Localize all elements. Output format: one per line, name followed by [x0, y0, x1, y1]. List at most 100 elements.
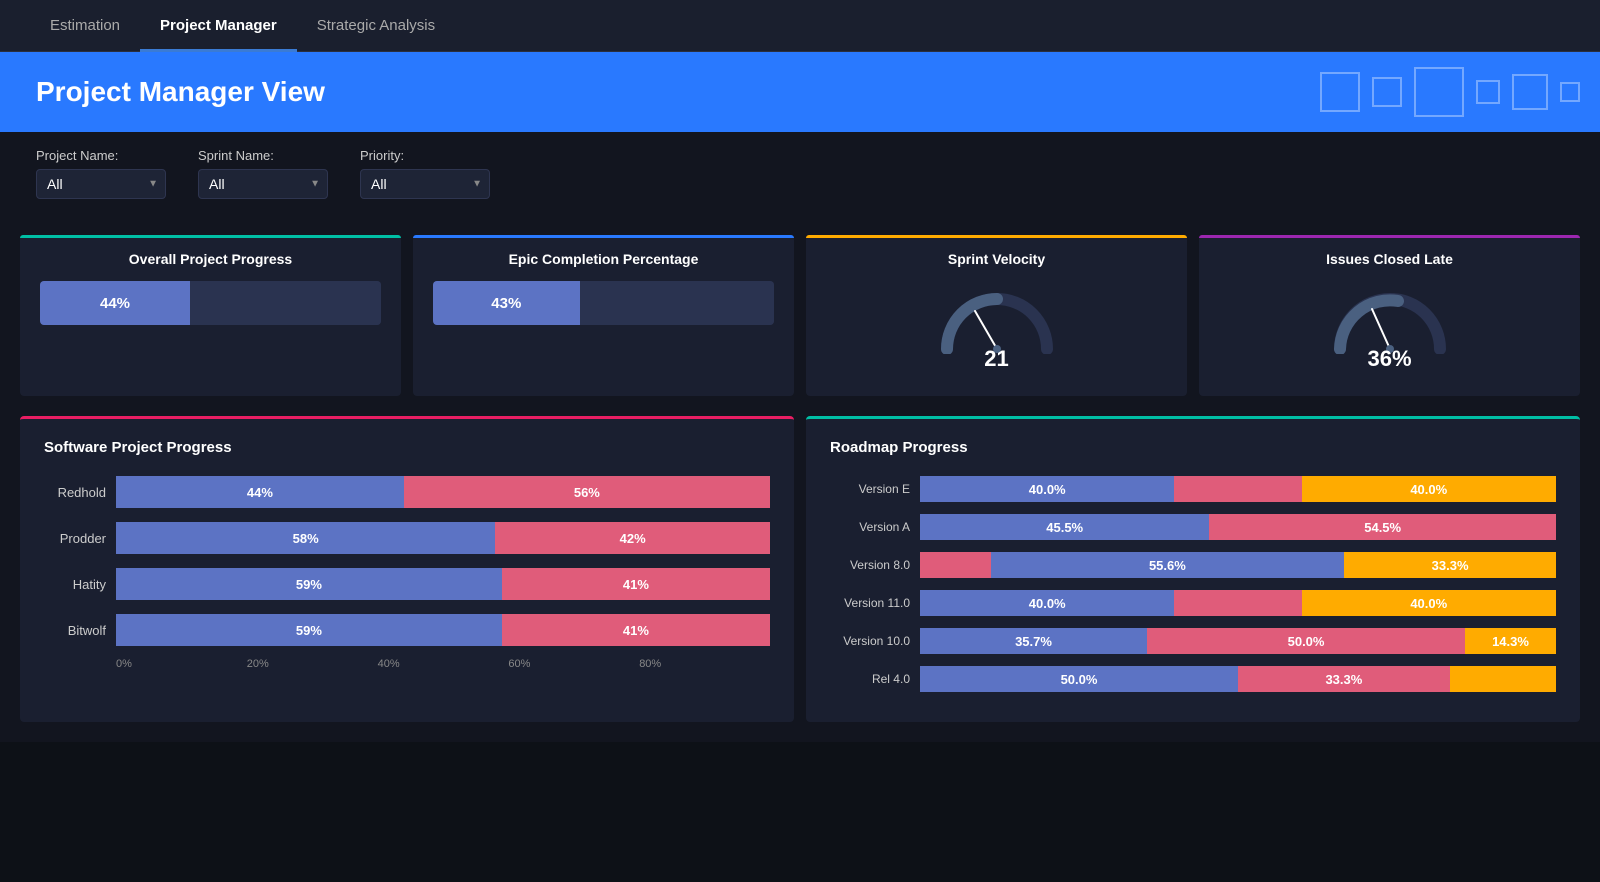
- tab-strategic-analysis[interactable]: Strategic Analysis: [297, 0, 455, 52]
- roadmap-seg-v11-blue: 40.0%: [920, 590, 1174, 616]
- roadmap-track-version-10: 35.7% 50.0% 14.3%: [920, 628, 1556, 654]
- roadmap-seg-ve-pink: [1174, 476, 1301, 502]
- roadmap-seg-v10-orange: 14.3%: [1465, 628, 1556, 654]
- project-name-select[interactable]: All: [36, 169, 166, 199]
- roadmap-seg-ve-orange: 40.0%: [1302, 476, 1556, 502]
- project-name-select-wrapper[interactable]: All: [36, 169, 166, 199]
- roadmap-label-version-10: Version 10.0: [830, 634, 920, 648]
- deco-rect-4: [1476, 80, 1500, 104]
- filters-row: Project Name: All Sprint Name: All Prior…: [0, 132, 1600, 215]
- roadmap-seg-va-pink: 54.5%: [1209, 514, 1556, 540]
- bar-seg-prodder-done: 58%: [116, 522, 495, 554]
- top-navigation: Estimation Project Manager Strategic Ana…: [0, 0, 1600, 52]
- deco-rect-1: [1320, 72, 1360, 112]
- issues-closed-late-svg: [1330, 289, 1450, 354]
- bar-label-bitwolf: Bitwolf: [44, 623, 116, 638]
- filter-project-name: Project Name: All: [36, 148, 166, 199]
- roadmap-seg-v11-pink: [1174, 590, 1301, 616]
- roadmap-seg-r4-blue: 50.0%: [920, 666, 1238, 692]
- bar-row-hatity: Hatity 59% 41%: [44, 566, 770, 602]
- bar-track-hatity: 59% 41%: [116, 568, 770, 600]
- roadmap-seg-r4-orange: [1450, 666, 1556, 692]
- roadmap-row-version-e: Version E 40.0% 40.0%: [830, 474, 1556, 504]
- issues-closed-late-value: 36%: [1367, 346, 1411, 372]
- bar-seg-prodder-remaining: 42%: [495, 522, 770, 554]
- deco-rect-3: [1414, 67, 1464, 117]
- bar-seg-redhold-done: 44%: [116, 476, 404, 508]
- priority-label: Priority:: [360, 148, 490, 163]
- priority-select[interactable]: All: [360, 169, 490, 199]
- metric-overall-progress: Overall Project Progress 44%: [20, 235, 401, 396]
- bar-track-bitwolf: 59% 41%: [116, 614, 770, 646]
- metrics-row: Overall Project Progress 44% Epic Comple…: [20, 235, 1580, 396]
- roadmap-label-rel-4: Rel 4.0: [830, 672, 920, 686]
- roadmap-seg-r4-pink: 33.3%: [1238, 666, 1450, 692]
- header-banner: Project Manager View: [0, 52, 1600, 132]
- deco-rect-2: [1372, 77, 1402, 107]
- roadmap-track-version-a: 45.5% 54.5%: [920, 514, 1556, 540]
- roadmap-row-version-11: Version 11.0 40.0% 40.0%: [830, 588, 1556, 618]
- bar-label-prodder: Prodder: [44, 531, 116, 546]
- roadmap-seg-v11-orange: 40.0%: [1302, 590, 1556, 616]
- metric-issues-closed-late: Issues Closed Late 36%: [1199, 235, 1580, 396]
- bar-seg-redhold-remaining: 56%: [404, 476, 770, 508]
- metric-epic-completion: Epic Completion Percentage 43%: [413, 235, 794, 396]
- charts-row: Software Project Progress Redhold 44% 56…: [20, 416, 1580, 722]
- x-tick-20: 20%: [247, 658, 378, 670]
- roadmap-title: Roadmap Progress: [830, 439, 1556, 456]
- deco-rect-5: [1512, 74, 1548, 110]
- overall-progress-title: Overall Project Progress: [40, 251, 381, 267]
- sprint-name-select[interactable]: All: [198, 169, 328, 199]
- software-progress-title: Software Project Progress: [44, 439, 770, 456]
- metric-sprint-velocity: Sprint Velocity 21: [806, 235, 1187, 396]
- roadmap-row-version-10: Version 10.0 35.7% 50.0% 14.3%: [830, 626, 1556, 656]
- bar-seg-hatity-done: 59%: [116, 568, 502, 600]
- bar-seg-bitwolf-remaining: 41%: [502, 614, 770, 646]
- roadmap-row-version-8: Version 8.0 55.6% 33.3%: [830, 550, 1556, 580]
- bar-track-prodder: 58% 42%: [116, 522, 770, 554]
- roadmap-seg-v10-pink: 50.0%: [1147, 628, 1465, 654]
- roadmap-label-version-e: Version E: [830, 482, 920, 496]
- banner-decoration: [1300, 52, 1600, 132]
- roadmap-track-version-11: 40.0% 40.0%: [920, 590, 1556, 616]
- overall-progress-label: 44%: [100, 295, 130, 312]
- bar-seg-bitwolf-done: 59%: [116, 614, 502, 646]
- roadmap-seg-ve-blue: 40.0%: [920, 476, 1174, 502]
- priority-select-wrapper[interactable]: All: [360, 169, 490, 199]
- roadmap-row-version-a: Version A 45.5% 54.5%: [830, 512, 1556, 542]
- roadmap-label-version-a: Version A: [830, 520, 920, 534]
- issues-closed-late-title: Issues Closed Late: [1219, 251, 1560, 267]
- epic-completion-fill: 43%: [433, 281, 580, 325]
- roadmap-seg-v8-blue: 55.6%: [991, 552, 1345, 578]
- epic-completion-bar: 43%: [433, 281, 774, 325]
- software-progress-x-axis: 0% 20% 40% 60% 80%: [44, 658, 770, 670]
- sprint-velocity-svg: [937, 289, 1057, 354]
- overall-progress-fill: 44%: [40, 281, 190, 325]
- filter-priority: Priority: All: [360, 148, 490, 199]
- tab-project-manager[interactable]: Project Manager: [140, 0, 297, 52]
- x-tick-0: 0%: [116, 658, 247, 670]
- epic-completion-title: Epic Completion Percentage: [433, 251, 774, 267]
- roadmap-track-version-8: 55.6% 33.3%: [920, 552, 1556, 578]
- bar-track-redhold: 44% 56%: [116, 476, 770, 508]
- x-tick-80: 80%: [639, 658, 770, 670]
- bar-row-prodder: Prodder 58% 42%: [44, 520, 770, 556]
- software-progress-card: Software Project Progress Redhold 44% 56…: [20, 416, 794, 722]
- x-tick-60: 60%: [508, 658, 639, 670]
- roadmap-card: Roadmap Progress Version E 40.0% 40.0% V…: [806, 416, 1580, 722]
- roadmap-track-rel-4: 50.0% 33.3%: [920, 666, 1556, 692]
- x-tick-40: 40%: [378, 658, 509, 670]
- tab-estimation[interactable]: Estimation: [30, 0, 140, 52]
- page-title: Project Manager View: [36, 76, 325, 108]
- software-progress-chart: Redhold 44% 56% Prodder 58% 42% Hatity: [44, 474, 770, 648]
- sprint-name-select-wrapper[interactable]: All: [198, 169, 328, 199]
- sprint-velocity-title: Sprint Velocity: [826, 251, 1167, 267]
- overall-progress-remainder: [190, 281, 381, 325]
- roadmap-track-version-e: 40.0% 40.0%: [920, 476, 1556, 502]
- bar-row-redhold: Redhold 44% 56%: [44, 474, 770, 510]
- roadmap-label-version-8: Version 8.0: [830, 558, 920, 572]
- sprint-velocity-gauge: 21: [826, 281, 1167, 380]
- roadmap-row-rel-4: Rel 4.0 50.0% 33.3%: [830, 664, 1556, 694]
- roadmap-seg-v8-pink: [920, 552, 991, 578]
- overall-progress-bar: 44%: [40, 281, 381, 325]
